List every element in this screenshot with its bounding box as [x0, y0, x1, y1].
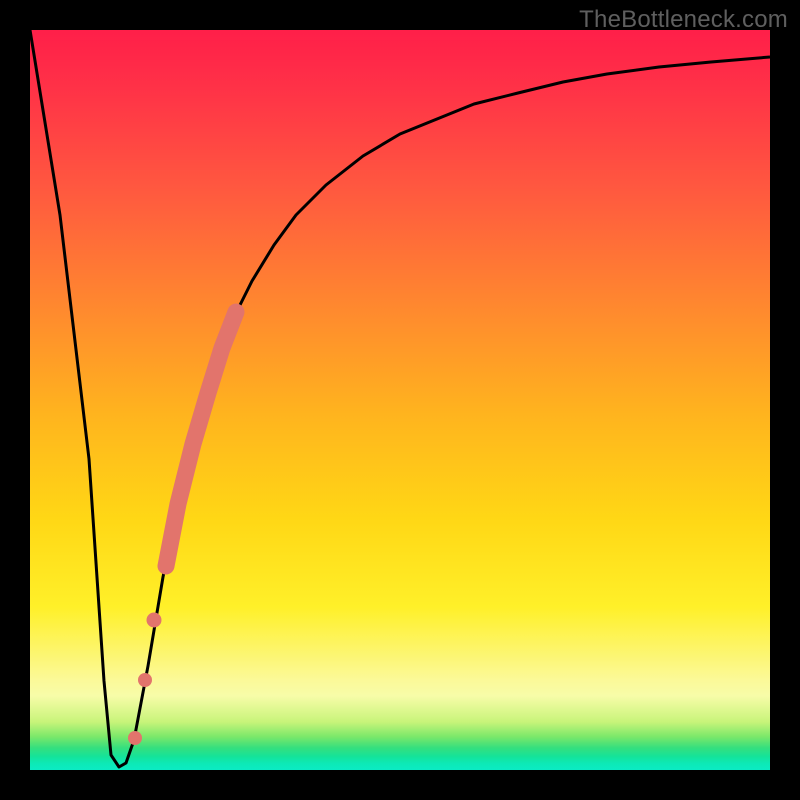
chart-frame: TheBottleneck.com [0, 0, 800, 800]
bottleneck-curve [30, 30, 770, 767]
marker-dot [128, 731, 142, 745]
highlight-strip [166, 312, 236, 566]
marker-dot [147, 613, 162, 628]
marker-dot [138, 673, 152, 687]
plot-area [30, 30, 770, 770]
curve-layer [30, 30, 770, 770]
